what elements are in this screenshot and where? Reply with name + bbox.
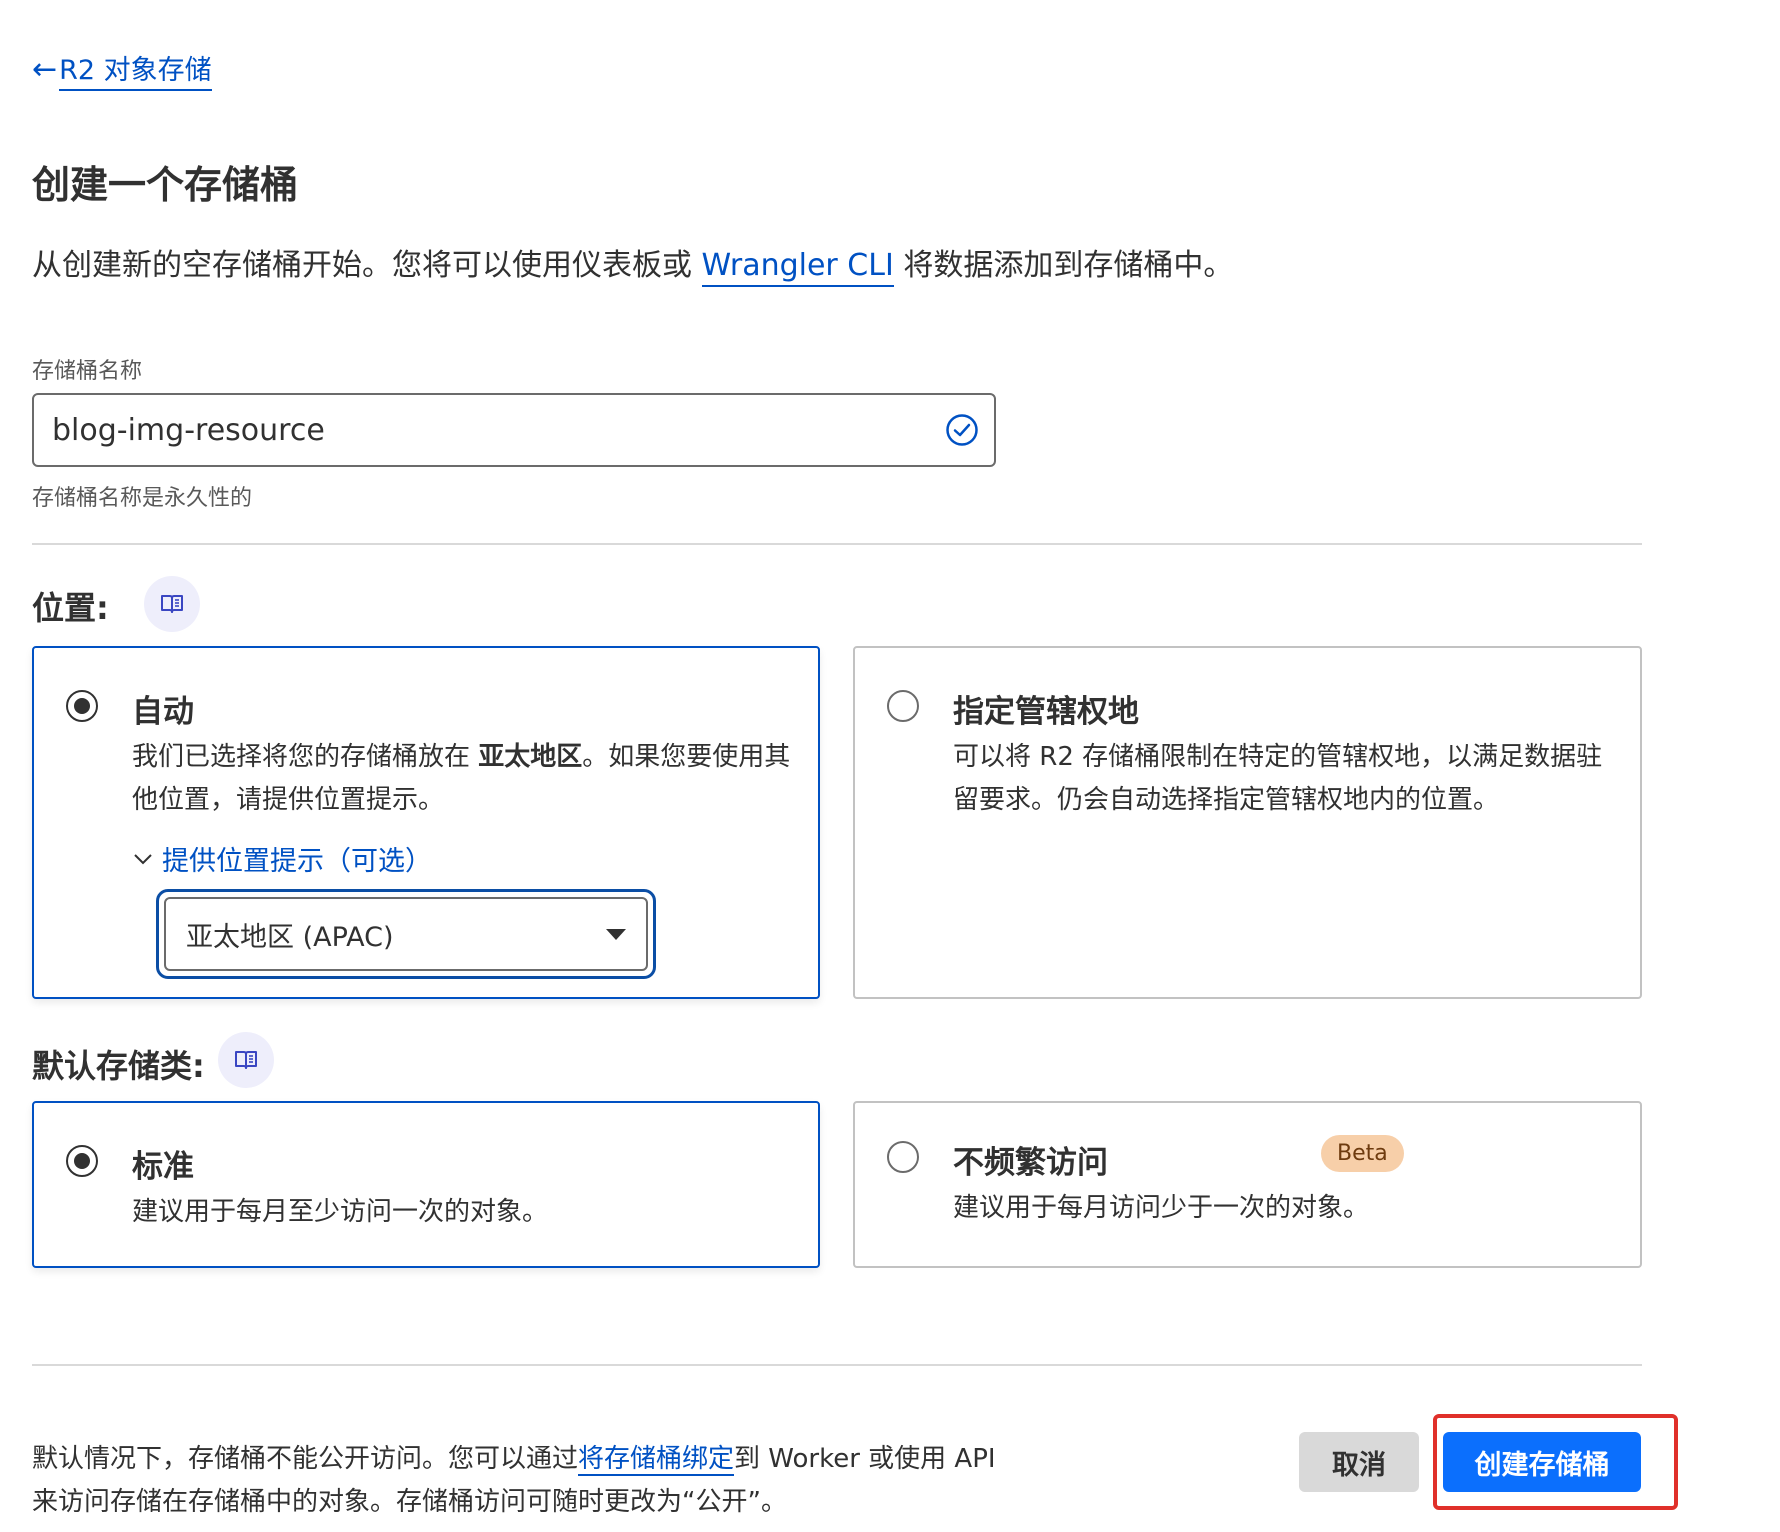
location-auto-title: 自动 xyxy=(132,694,194,730)
storage-infrequent-description: 建议用于每月访问少于一次的对象。 xyxy=(953,1193,1370,1223)
storage-class-docs-button[interactable] xyxy=(218,1032,274,1088)
location-jurisdiction-title: 指定管辖权地 xyxy=(953,694,1139,730)
location-hint-select-value: 亚太地区 (APAC) xyxy=(186,921,394,953)
location-auto-radio[interactable] xyxy=(66,690,98,722)
location-auto-desc-before: 我们已选择将您的存储桶放在 xyxy=(132,742,479,772)
page-title: 创建一个存储桶 xyxy=(32,163,299,207)
location-option-jurisdiction[interactable]: 指定管辖权地 可以将 R2 存储桶限制在特定的管辖权地，以满足数据驻留要求。仍会… xyxy=(853,646,1642,999)
intro-text-before: 从创建新的空存储桶开始。您将可以使用仪表板或 xyxy=(32,248,702,283)
location-hint-select-focus: 亚太地区 (APAC) xyxy=(156,889,656,979)
location-title: 位置: xyxy=(32,589,109,627)
public-access-notice: 默认情况下，存储桶不能公开访问。您可以通过将存储桶绑定到 Worker 或使用 … xyxy=(32,1438,996,1524)
divider xyxy=(32,543,1642,545)
location-hint-label: 提供位置提示（可选） xyxy=(162,846,432,877)
bucket-name-help: 存储桶名称是永久性的 xyxy=(32,486,253,511)
location-auto-description: 我们已选择将您的存储桶放在 亚太地区。如果您要使用其他位置，请提供位置提示。 xyxy=(132,736,802,822)
storage-infrequent-radio[interactable] xyxy=(887,1141,919,1173)
divider xyxy=(32,1364,1642,1366)
book-icon xyxy=(161,595,183,613)
chevron-down-icon xyxy=(134,853,152,864)
create-bucket-button[interactable]: 创建存储桶 xyxy=(1443,1432,1641,1492)
back-link-label: R2 对象存储 xyxy=(59,48,212,91)
location-docs-button[interactable] xyxy=(144,576,200,632)
cancel-button[interactable]: 取消 xyxy=(1299,1432,1419,1492)
storage-class-option-infrequent[interactable]: 不频繁访问 Beta 建议用于每月访问少于一次的对象。 xyxy=(853,1101,1642,1268)
bucket-name-input[interactable] xyxy=(32,393,996,467)
storage-infrequent-title: 不频繁访问 xyxy=(953,1145,1108,1181)
check-circle-icon xyxy=(946,414,978,446)
bucket-name-label: 存储桶名称 xyxy=(32,359,143,384)
intro-text: 从创建新的空存储桶开始。您将可以使用仪表板或 Wrangler CLI 将数据添… xyxy=(32,240,1234,287)
notice-text-before: 默认情况下，存储桶不能公开访问。您可以通过 xyxy=(32,1444,579,1474)
location-hint-select[interactable]: 亚太地区 (APAC) xyxy=(164,897,648,971)
bind-bucket-link[interactable]: 将存储桶绑定 xyxy=(578,1444,735,1476)
notice-text-after: 到 Worker 或使用 API xyxy=(734,1444,996,1474)
beta-badge: Beta xyxy=(1321,1135,1404,1172)
storage-standard-radio[interactable] xyxy=(66,1145,98,1177)
storage-standard-description: 建议用于每月至少访问一次的对象。 xyxy=(132,1197,549,1227)
arrow-left-icon: ← xyxy=(32,51,58,87)
location-auto-desc-region: 亚太地区 xyxy=(478,742,583,772)
location-hint-toggle[interactable]: 提供位置提示（可选） xyxy=(132,839,432,878)
notice-line-1: 默认情况下，存储桶不能公开访问。您可以通过将存储桶绑定到 Worker 或使用 … xyxy=(32,1438,996,1481)
location-jurisdiction-radio[interactable] xyxy=(887,690,919,722)
back-link[interactable]: ← R2 对象存储 xyxy=(32,48,212,91)
storage-standard-title: 标准 xyxy=(132,1149,194,1185)
location-option-auto[interactable]: 自动 我们已选择将您的存储桶放在 亚太地区。如果您要使用其他位置，请提供位置提示… xyxy=(32,646,820,999)
wrangler-cli-link[interactable]: Wrangler CLI xyxy=(701,248,894,287)
location-jurisdiction-description: 可以将 R2 存储桶限制在特定的管辖权地，以满足数据驻留要求。仍会自动选择指定管… xyxy=(953,742,1603,815)
intro-text-after: 将数据添加到存储桶中。 xyxy=(893,248,1234,283)
book-icon xyxy=(235,1051,257,1069)
storage-class-title: 默认存储类: xyxy=(32,1047,205,1085)
caret-down-icon xyxy=(606,928,626,940)
storage-class-option-standard[interactable]: 标准 建议用于每月至少访问一次的对象。 xyxy=(32,1101,820,1268)
notice-line-2: 来访问存储在存储桶中的对象。存储桶访问可随时更改为“公开”。 xyxy=(32,1487,787,1517)
